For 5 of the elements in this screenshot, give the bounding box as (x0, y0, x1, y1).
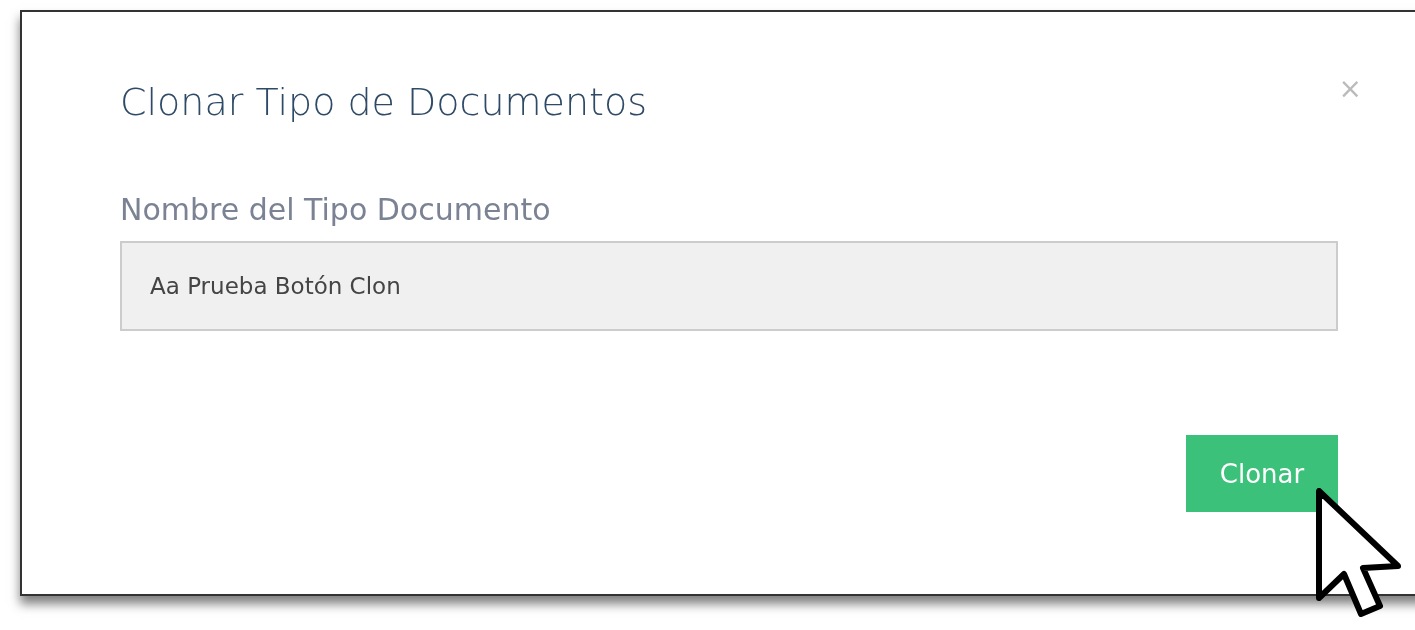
close-button[interactable]: × (1338, 72, 1362, 105)
clone-button[interactable]: Clonar (1186, 435, 1338, 512)
dialog-title: Clonar Tipo de Documentos (120, 80, 647, 124)
field-label: Nombre del Tipo Documento (120, 192, 552, 227)
input-field[interactable]: Aa Prueba Botón Clon (120, 241, 1338, 331)
